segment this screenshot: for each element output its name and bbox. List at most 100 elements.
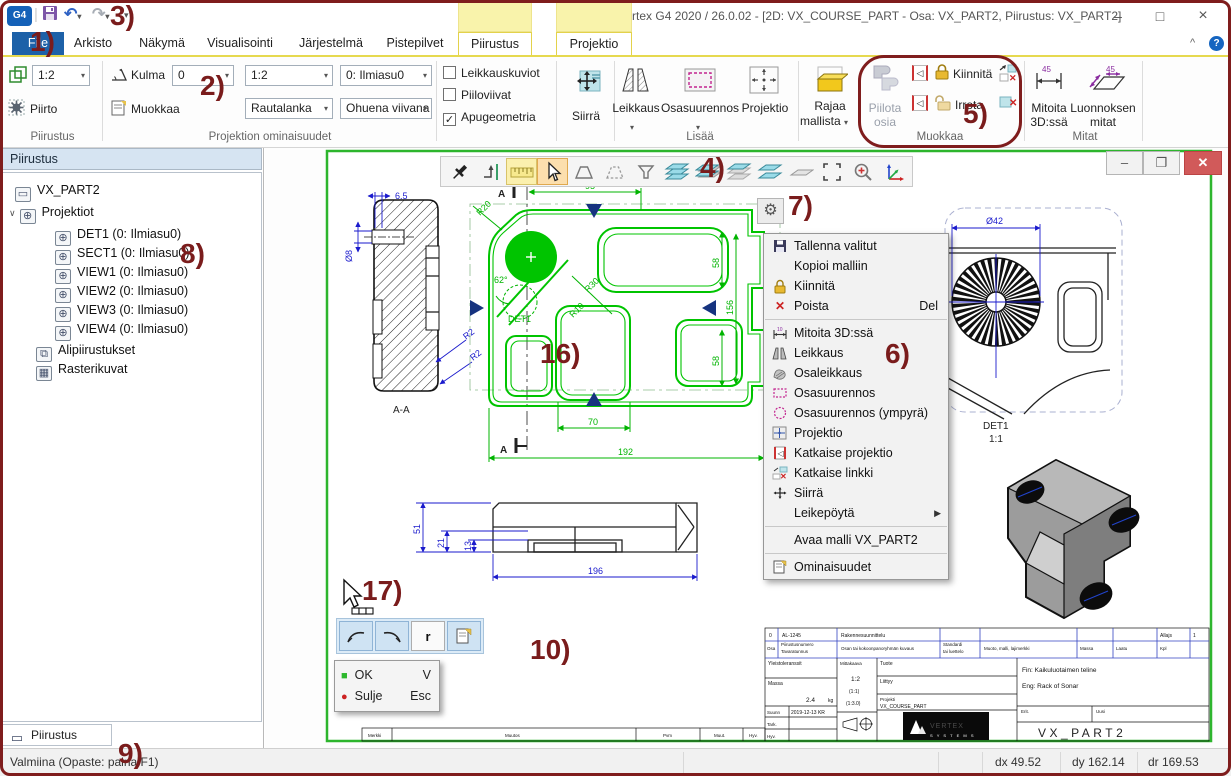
menu-item-leikkaus[interactable]: Leikkaus	[764, 343, 948, 363]
luonnoksen-mitat-button[interactable]: Luonnoksen	[1068, 101, 1138, 115]
zoom-button[interactable]	[847, 158, 878, 185]
tree-item-projektiot[interactable]: ∨⊕Projektiot	[9, 203, 94, 221]
polygon-dashed-button[interactable]	[599, 158, 630, 185]
arc-left-button[interactable]	[339, 621, 373, 651]
osasuurennos-icon	[683, 67, 717, 98]
tree-item-det1[interactable]: ⊕DET1 (0: Ilmiasu0)	[55, 225, 181, 243]
ruler-button[interactable]	[506, 158, 537, 185]
menu-item-katkaise-projektio[interactable]: ◁ Katkaise projektio	[764, 443, 948, 463]
chevron-down-icon[interactable]: ▾	[630, 117, 634, 135]
tree-item-view2[interactable]: ⊕VIEW2 (0: Ilmiasu0)	[55, 282, 188, 300]
menu-jarjestelma[interactable]: Järjestelmä	[298, 32, 364, 55]
minimize-button[interactable]: –	[1103, 6, 1133, 26]
menu-item-kiinnita[interactable]: Kiinnitä	[764, 276, 948, 296]
menu-item-siirra[interactable]: Siirrä	[764, 483, 948, 503]
menu-arkisto[interactable]: Arkisto	[72, 32, 114, 55]
select-area-button[interactable]	[816, 158, 847, 185]
siirra-button[interactable]: Siirrä	[560, 109, 612, 123]
lisaa-projektio-button[interactable]: Projektio	[738, 101, 792, 115]
menu-item-tallenna-valitut[interactable]: Tallenna valitut	[764, 236, 948, 256]
drawing-scale-select[interactable]: 1:2▾	[32, 65, 90, 86]
layers-pair-button[interactable]	[754, 158, 785, 185]
rajaa-mallista-button[interactable]: Rajaa	[802, 99, 858, 113]
mitoita-3d-button-line2[interactable]: 3D:ssä	[1026, 115, 1072, 129]
leikkaus-button[interactable]: Leikkaus	[610, 101, 662, 115]
menu-item-mitoita-3d[interactable]: 10 Mitoita 3D:ssä	[764, 323, 948, 343]
close-button[interactable]: ×	[1188, 6, 1218, 26]
ok-option[interactable]: ■OKV	[341, 665, 433, 686]
tree-item-alipiirustukset[interactable]: ⧉Alipiirustukset	[36, 341, 135, 359]
viivatyyppi-select[interactable]: Ohuena viivana▾	[340, 98, 432, 119]
tree-item-rasterikuvat[interactable]: ▦Rasterikuvat	[36, 360, 127, 378]
properties-button[interactable]	[447, 621, 481, 651]
select-cursor-button[interactable]	[537, 158, 568, 185]
esitystapa-select[interactable]: Rautalanka▾	[245, 98, 333, 119]
tree-item-view3[interactable]: ⊕VIEW3 (0: Ilmiasu0)	[55, 301, 188, 319]
muokkaa-button[interactable]: Muokkaa	[131, 102, 180, 116]
help-button[interactable]: ?	[1209, 36, 1224, 51]
collapse-ribbon-button[interactable]: ^	[1190, 37, 1195, 49]
arc-right-button[interactable]	[375, 621, 409, 651]
menu-item-osasuurennos[interactable]: Osasuurennos	[764, 383, 948, 403]
filter-button[interactable]	[630, 158, 661, 185]
menu-pistepilvet[interactable]: Pistepilvet	[386, 32, 444, 55]
view-settings-gear-button[interactable]: ⚙	[757, 198, 784, 224]
menu-item-kopioi-malliin[interactable]: Kopioi malliin	[764, 256, 948, 276]
mdi-close-button[interactable]: ✕	[1184, 151, 1222, 175]
menu-item-katkaise-linkki[interactable]: ✕ Katkaise linkki	[764, 463, 948, 483]
polygon-button[interactable]	[568, 158, 599, 185]
projection-icon	[770, 425, 790, 441]
menu-item-projektio[interactable]: Projektio	[764, 423, 948, 443]
sidebar-footer-tab[interactable]: ▭Piirustus	[2, 724, 112, 746]
svg-text:Massa: Massa	[768, 681, 783, 687]
mdi-restore-button[interactable]: ❐	[1143, 151, 1180, 175]
svg-text:Yleistoleranssit: Yleistoleranssit	[768, 661, 802, 667]
chevron-down-icon: ▾	[324, 99, 328, 118]
mdi-minimize-button[interactable]: –	[1106, 151, 1143, 175]
svg-text:A: A	[500, 445, 507, 456]
vertex-logo: VERTEX S Y S T E M S	[903, 712, 989, 740]
menu-item-osasuurennos-ympyra[interactable]: Osasuurennos (ympyrä)	[764, 403, 948, 423]
mitoita-3d-button[interactable]: Mitoita	[1026, 101, 1072, 115]
tree-item-root[interactable]: ▭VX_PART2	[15, 181, 100, 199]
menu-item-poista[interactable]: ✕ Poista Del	[764, 296, 948, 316]
svg-text:DET1: DET1	[508, 314, 531, 324]
axes-button[interactable]	[878, 158, 909, 185]
menu-item-leikepoyta[interactable]: Leikepöytä ▶	[764, 503, 948, 523]
maximize-button[interactable]: □	[1145, 6, 1175, 26]
menu-visualisointi[interactable]: Visualisointi	[206, 32, 274, 55]
layers-all-button[interactable]	[661, 158, 692, 185]
checkbox-leikkauskuviot[interactable]: Leikkauskuviot	[443, 66, 540, 80]
luonnoksen-mitat-button-line2[interactable]: mitat	[1068, 115, 1138, 129]
checkbox-piiloviivat[interactable]: Piiloviivat	[443, 88, 511, 102]
checkbox-apugeometria[interactable]: ✓Apugeometria	[443, 110, 536, 126]
menu-nakyma[interactable]: Näkymä	[138, 32, 186, 55]
radius-button[interactable]: r	[411, 621, 445, 651]
menu-bar: File Arkisto Näkymä Visualisointi Järjes…	[0, 32, 1231, 55]
ilmiasu-select[interactable]: 0: Ilmiasu0▾	[340, 65, 432, 86]
menu-item-osaleikkaus[interactable]: Osaleikkaus	[764, 363, 948, 383]
projection-scale-select[interactable]: 1:2▾	[245, 65, 333, 86]
rajaa-mallista-button-line2[interactable]: mallista ▾	[796, 114, 852, 128]
chevron-expanded-icon[interactable]: ∨	[9, 208, 16, 218]
undo-button[interactable]: ↶▾	[64, 4, 81, 24]
tab-piirustus[interactable]: Piirustus	[458, 32, 532, 55]
save-button[interactable]	[42, 5, 58, 25]
menu-item-ominaisuudet[interactable]: Ominaisuudet	[764, 557, 948, 577]
tab-projektio[interactable]: Projektio	[556, 32, 632, 55]
offset-measure-button[interactable]	[475, 158, 506, 185]
highlight-piirustus	[458, 0, 532, 32]
pin-button[interactable]	[444, 158, 475, 185]
redo-button[interactable]: ↷▾	[92, 4, 109, 24]
tree-item-view1[interactable]: ⊕VIEW1 (0: Ilmiasu0)	[55, 263, 188, 281]
layer-single-button[interactable]	[785, 158, 816, 185]
osasuurennos-button[interactable]: Osasuurennos	[660, 101, 740, 115]
app-logo-icon[interactable]: G4	[7, 6, 32, 26]
piirto-button[interactable]: Piirto	[30, 102, 57, 116]
tree-item-sect1[interactable]: ⊕SECT1 (0: Ilmiasu0)	[55, 244, 190, 262]
projection-icon: ⊕	[20, 209, 36, 224]
tree-item-view4[interactable]: ⊕VIEW4 (0: Ilmiasu0)	[55, 320, 188, 338]
menu-item-avaa-malli[interactable]: Avaa malli VX_PART2	[764, 530, 948, 550]
close-option[interactable]: ●SuljeEsc	[341, 686, 433, 707]
layers-toggle-button[interactable]	[723, 158, 754, 185]
